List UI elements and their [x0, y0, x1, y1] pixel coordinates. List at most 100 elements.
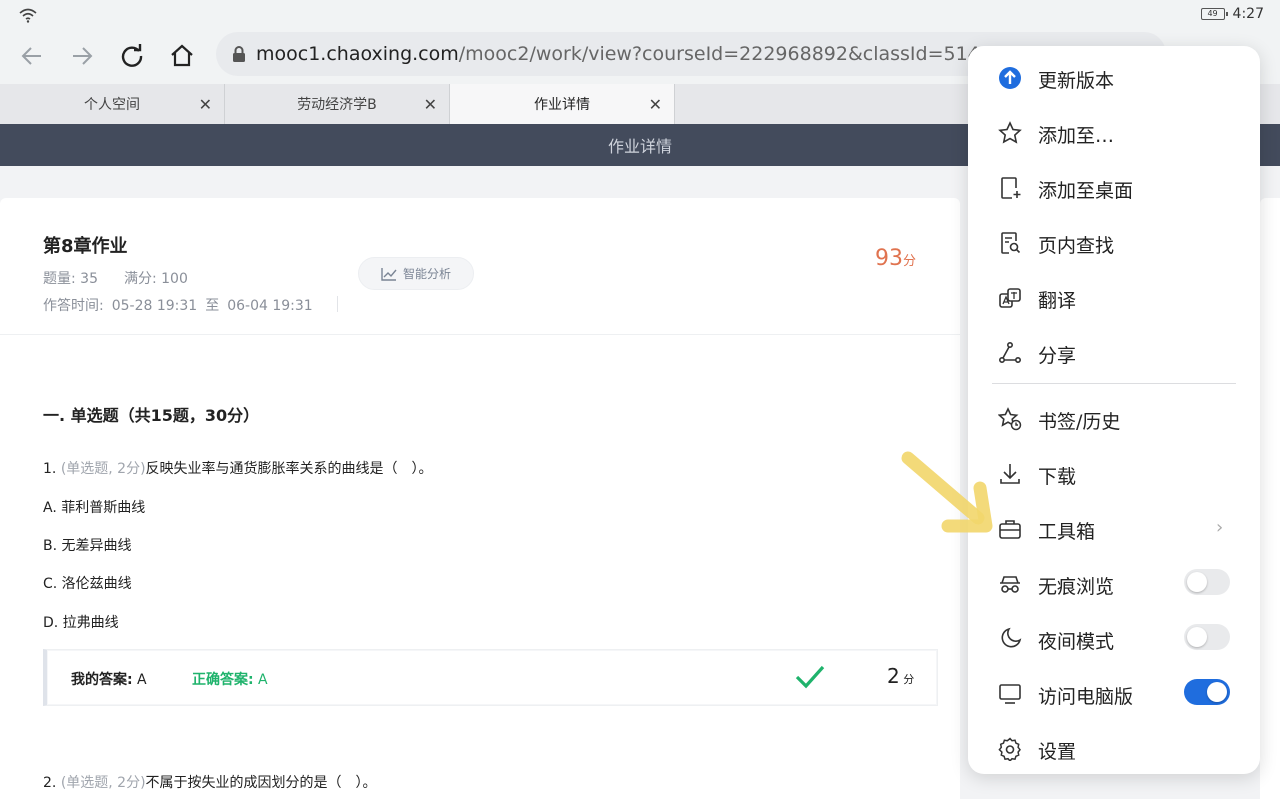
- total-score: 93分: [875, 246, 916, 271]
- menu-item-add-to-desktop[interactable]: 添加至桌面: [968, 160, 1260, 215]
- menu-item-toolbox[interactable]: 工具箱 ›: [968, 501, 1260, 556]
- my-answer-label: 我的答案:: [71, 672, 133, 688]
- tab-labor-economics[interactable]: 劳动经济学B ✕: [225, 84, 450, 124]
- gear-icon: [998, 737, 1021, 761]
- toggle-knob: [1187, 572, 1207, 592]
- question-2: 2. (单选题, 2分)不属于按失业的成因划分的是（ ）。: [43, 772, 377, 792]
- back-button[interactable]: [14, 38, 50, 74]
- full-score: 满分: 100: [123, 271, 188, 287]
- correct-answer: 正确答案: A: [192, 669, 268, 689]
- chevron-right-icon: ›: [1216, 517, 1224, 538]
- browser-menu: 更新版本 添加至… 添加至桌面 页内查找 翻译 分享 书签/历史 下载 工具箱 …: [968, 46, 1260, 774]
- menu-item-incognito[interactable]: 无痕浏览: [968, 556, 1260, 611]
- question-number: 2.: [43, 775, 61, 791]
- menu-label: 无痕浏览: [1038, 576, 1115, 598]
- home-button[interactable]: [164, 38, 200, 74]
- find-in-page-icon: [1001, 232, 1021, 254]
- close-icon[interactable]: ✕: [199, 95, 212, 114]
- points-unit: 分: [899, 673, 915, 686]
- share-icon: [998, 341, 1021, 363]
- menu-label: 夜间模式: [1038, 631, 1115, 653]
- annotation-arrow-icon: [901, 451, 993, 533]
- home-icon: [171, 44, 193, 67]
- smart-analysis-button[interactable]: 智能分析: [358, 257, 474, 290]
- moon-icon: [1001, 627, 1022, 648]
- menu-item-share[interactable]: 分享: [968, 325, 1260, 380]
- time-end: 06-04 19:31: [227, 298, 313, 314]
- option-a: A. 菲利普斯曲线: [43, 500, 146, 516]
- menu-label: 翻译: [1038, 290, 1077, 312]
- points-value: 2: [887, 664, 900, 688]
- menu-label: 添加至桌面: [1038, 180, 1134, 202]
- tab-homework-detail[interactable]: 作业详情 ✕: [450, 84, 675, 124]
- menu-item-night-mode[interactable]: 夜间模式: [968, 611, 1260, 666]
- menu-item-settings[interactable]: 设置: [968, 721, 1260, 776]
- menu-label: 工具箱: [1038, 521, 1096, 543]
- reload-button[interactable]: [114, 38, 150, 74]
- download-icon: [1000, 464, 1020, 484]
- question-1: 1. (单选题, 2分)反映失业率与通货膨胀率关系的曲线是（ ）。: [43, 458, 433, 478]
- homework-title: 第8章作业: [43, 236, 128, 257]
- night-mode-toggle[interactable]: [1184, 624, 1230, 650]
- divider: [337, 296, 338, 312]
- option-c: C. 洛伦兹曲线: [43, 576, 132, 592]
- time-start: 05-28 19:31: [111, 298, 198, 314]
- close-icon[interactable]: ✕: [649, 95, 662, 114]
- tab-label: 作业详情: [534, 97, 590, 113]
- incognito-icon: [1000, 576, 1020, 593]
- forward-button[interactable]: [64, 38, 100, 74]
- menu-label: 设置: [1038, 741, 1077, 763]
- add-to-desktop-icon: [1001, 177, 1021, 199]
- menu-label: 更新版本: [1038, 70, 1115, 92]
- menu-item-desktop-site[interactable]: 访问电脑版: [968, 666, 1260, 721]
- translate-icon: [999, 288, 1021, 308]
- menu-item-bookmarks-history[interactable]: 书签/历史: [968, 391, 1260, 446]
- desktop-site-toggle[interactable]: [1184, 679, 1230, 705]
- menu-item-add-to[interactable]: 添加至…: [968, 105, 1260, 160]
- question-tag: (单选题, 2分): [60, 775, 146, 791]
- tab-label: 劳动经济学B: [297, 97, 377, 113]
- line-chart-icon: [381, 267, 397, 281]
- wifi-icon: [19, 8, 37, 23]
- divider: [0, 334, 960, 335]
- menu-item-download[interactable]: 下载: [968, 446, 1260, 501]
- question-points: 2 分: [887, 664, 914, 688]
- close-icon[interactable]: ✕: [424, 95, 437, 114]
- menu-item-update[interactable]: 更新版本: [968, 50, 1260, 105]
- homework-card: 第8章作业 题量: 35 满分: 100 作答时间: 05-28 19:31 至 06-…: [0, 198, 960, 799]
- homework-meta: 题量: 35 满分: 100: [43, 268, 214, 288]
- my-answer-value: A: [132, 672, 147, 688]
- desktop-icon: [999, 684, 1021, 704]
- arrow-left-icon: [21, 47, 41, 65]
- menu-label: 访问电脑版: [1038, 686, 1134, 708]
- score-value: 93: [875, 246, 903, 271]
- menu-item-find-in-page[interactable]: 页内查找: [968, 215, 1260, 270]
- url-host: mooc1.chaoxing.com: [256, 43, 459, 65]
- clock: 4:27: [1232, 6, 1264, 22]
- menu-label: 分享: [1038, 345, 1077, 367]
- tab-personal-space[interactable]: 个人空间 ✕: [0, 84, 225, 124]
- check-icon: [795, 665, 825, 689]
- arrow-right-icon: [73, 47, 93, 65]
- battery-icon: 49: [1200, 8, 1228, 20]
- menu-item-translate[interactable]: 翻译: [968, 270, 1260, 325]
- star-icon: [998, 121, 1022, 144]
- menu-label: 下载: [1038, 466, 1077, 488]
- incognito-toggle[interactable]: [1184, 569, 1230, 595]
- toggle-knob: [1207, 682, 1227, 702]
- question-text: 反映失业率与通货膨胀率关系的曲线是（ ）。: [145, 461, 433, 477]
- tab-label: 个人空间: [84, 97, 140, 113]
- time-label: 作答时间:: [43, 298, 104, 314]
- question-text: 不属于按失业的成因划分的是（ ）。: [145, 775, 377, 791]
- bookmark-history-icon: [998, 407, 1022, 431]
- url-path: /mooc2/work/view?courseId=222968892&clas…: [458, 43, 1017, 65]
- section-title: 一. 单选题（共15题，30分）: [43, 406, 260, 425]
- question-count: 题量: 35: [43, 271, 98, 287]
- time-sep: 至: [205, 298, 220, 314]
- smart-analysis-label: 智能分析: [402, 267, 451, 281]
- question-tag: (单选题, 2分): [60, 461, 146, 477]
- correct-answer-label: 正确答案:: [192, 672, 254, 688]
- menu-divider: [992, 383, 1236, 384]
- upload-circle-icon: [999, 67, 1021, 89]
- reload-icon: [121, 44, 143, 67]
